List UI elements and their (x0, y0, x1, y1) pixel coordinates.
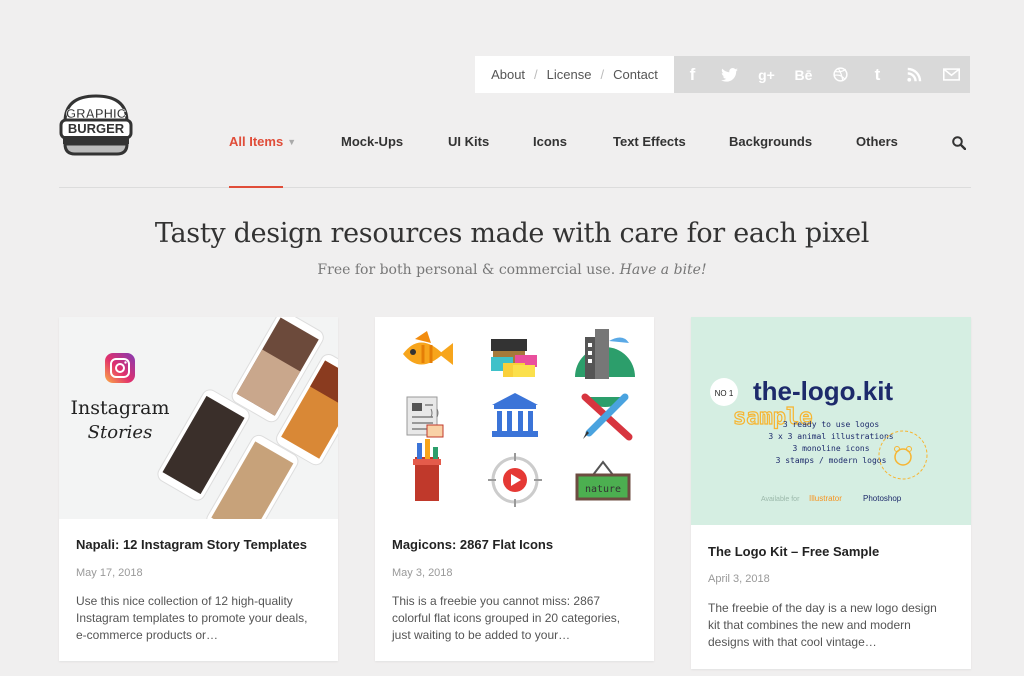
facebook-icon[interactable]: f (674, 56, 711, 93)
post-excerpt: This is a freebie you cannot miss: 2867 … (392, 594, 621, 642)
logo-line2: BURGER (68, 121, 125, 136)
caret-down-icon: ▼ (287, 137, 297, 147)
post-card[interactable]: NO 1 the-logo.kit sample 3 ready to use … (691, 317, 971, 669)
tumblr-icon[interactable]: t (859, 56, 896, 93)
boxes-icon (491, 339, 537, 377)
nav-others[interactable]: Others (856, 134, 898, 149)
available-text: Available for (761, 496, 800, 503)
dribbble-icon[interactable] (822, 56, 859, 93)
search-icon[interactable] (952, 136, 967, 151)
nav-divider (59, 187, 971, 188)
hero-subtitle: Free for both personal & commercial use.… (0, 262, 1024, 278)
feature-line-2: 3 x 3 animal illustrations (768, 432, 893, 441)
bank-icon (492, 393, 538, 437)
feature-line-1: 3 ready to use logos (783, 420, 880, 429)
nav-ui-kits[interactable]: UI Kits (448, 134, 489, 149)
about-link[interactable]: About (491, 67, 525, 82)
thumb-text-instagram: Instagram (70, 397, 169, 419)
post-card[interactable]: Instagram Stories Napali: 12 Instagram S… (59, 317, 338, 661)
newspaper-icon (406, 396, 444, 438)
nav-icons[interactable]: Icons (533, 134, 567, 149)
twitter-icon[interactable] (711, 56, 748, 93)
google-plus-icon[interactable]: g+ (748, 56, 785, 93)
site-logo[interactable]: GRAPHIC BURGER (59, 92, 133, 158)
nature-sign-icon: nature (575, 460, 631, 501)
separator: / (534, 67, 538, 82)
hero-subtitle-emphasis: Have a bite! (619, 262, 707, 278)
instagram-icon (105, 353, 135, 383)
feature-line-3: 3 monoline icons (792, 444, 869, 453)
hero-title: Tasty design resources made with care fo… (154, 218, 870, 249)
separator: / (600, 67, 605, 82)
nav-label: All Items (229, 134, 284, 149)
post-date: May 17, 2018 (76, 567, 143, 579)
nav-backgrounds[interactable]: Backgrounds (729, 134, 812, 149)
behance-icon[interactable]: Bē (785, 56, 822, 93)
nav-all-items[interactable]: All Items ▼ (229, 134, 296, 149)
post-excerpt: The freebie of the day is a new logo des… (708, 601, 937, 649)
app-illustrator: Illustrator (809, 494, 842, 503)
hero-subtitle-text: Free for both personal & commercial use. (317, 262, 616, 278)
logo-line1: GRAPHIC (66, 106, 127, 121)
badge-text: NO 1 (715, 389, 734, 398)
post-excerpt: Use this nice collection of 12 high-qual… (76, 594, 308, 642)
post-title[interactable]: The Logo Kit – Free Sample (708, 544, 879, 559)
brand-text: the-logo.kit (753, 376, 893, 406)
post-title[interactable]: Magicons: 2867 Flat Icons (392, 537, 553, 552)
post-thumbnail[interactable]: nature (375, 317, 654, 519)
target-play-icon (488, 453, 542, 507)
top-bar: About / License / Contact f g+ Bē t (475, 56, 970, 93)
thumb-text-stories: Stories (88, 422, 153, 443)
email-icon[interactable] (933, 56, 970, 93)
pencil-cup-icon (413, 439, 441, 501)
post-card[interactable]: nature Magicons: 2867 Flat Icons May 3, … (375, 317, 654, 661)
post-thumbnail[interactable]: Instagram Stories (59, 317, 338, 519)
app-photoshop: Photoshop (863, 494, 902, 503)
contact-link[interactable]: Contact (613, 67, 658, 82)
post-thumbnail[interactable]: NO 1 the-logo.kit sample 3 ready to use … (691, 317, 971, 525)
fish-icon (403, 331, 453, 365)
top-links: About / License / Contact (475, 56, 674, 93)
post-date: April 3, 2018 (708, 573, 770, 585)
nav-active-indicator (229, 186, 283, 188)
nature-sign-text: nature (585, 484, 621, 495)
feature-line-4: 3 stamps / modern logos (776, 456, 887, 465)
post-title[interactable]: Napali: 12 Instagram Story Templates (76, 537, 307, 552)
rss-icon[interactable] (896, 56, 933, 93)
post-date: May 3, 2018 (392, 567, 453, 579)
nav-text-effects[interactable]: Text Effects (613, 134, 686, 149)
nav-mock-ups[interactable]: Mock-Ups (341, 134, 403, 149)
social-links: f g+ Bē t (674, 56, 970, 93)
license-link[interactable]: License (547, 67, 592, 82)
